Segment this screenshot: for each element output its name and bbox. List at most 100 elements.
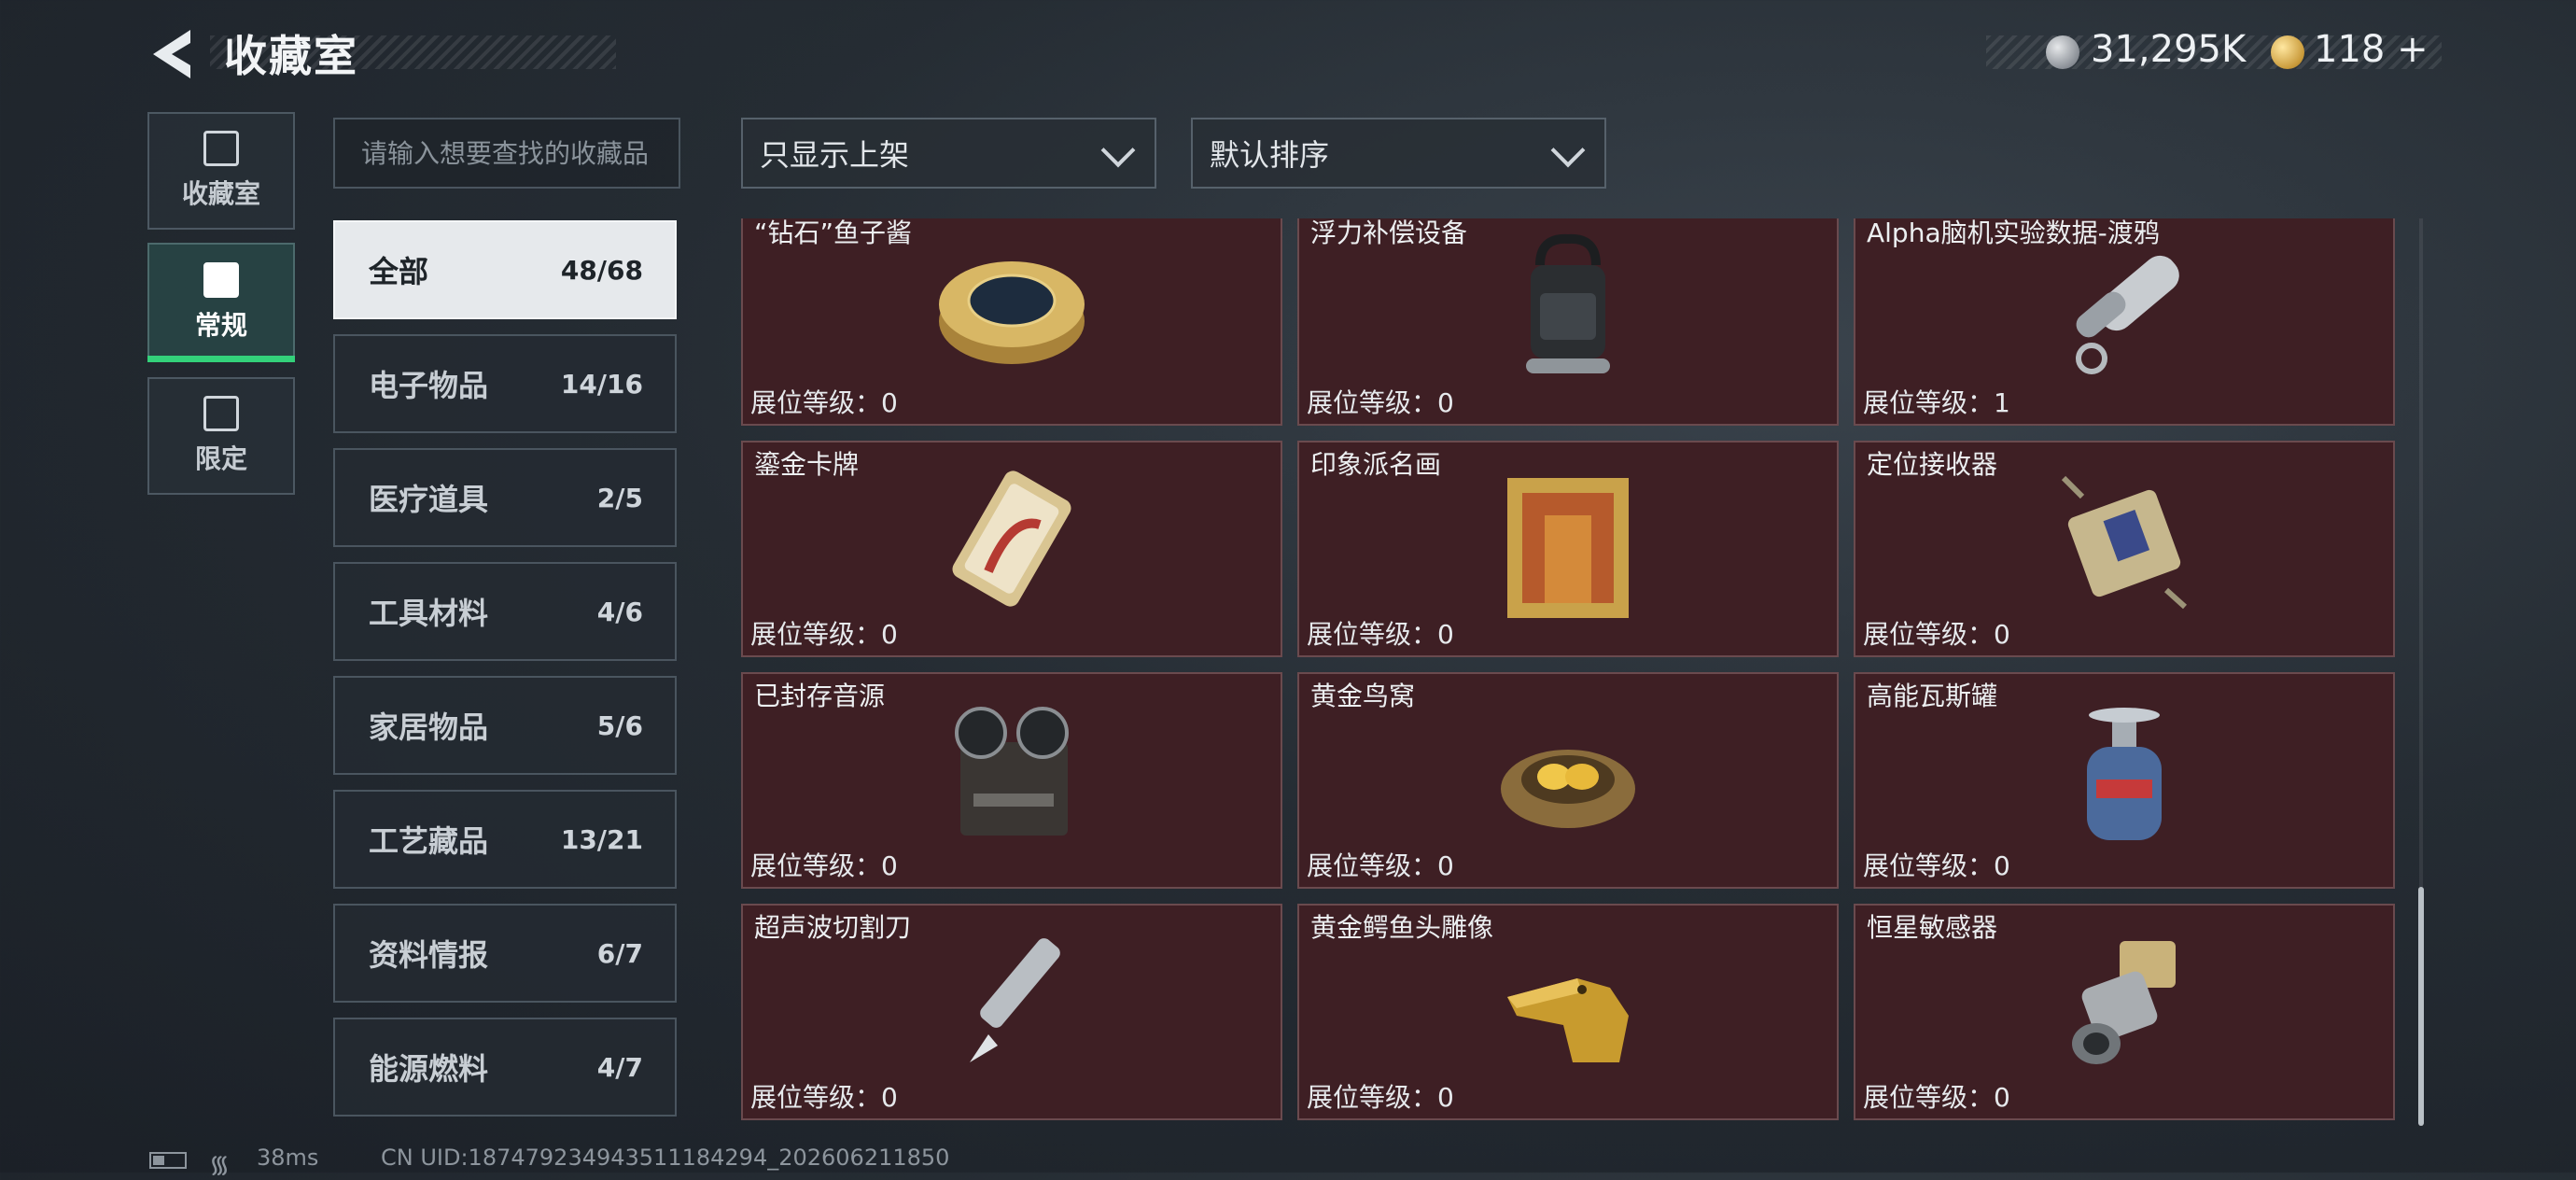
category-label: 家居物品 <box>369 709 489 745</box>
item-name: 高能瓦斯罐 <box>1867 681 1998 711</box>
collection-card[interactable]: 定位接收器 展位等级：0 <box>1854 441 2395 657</box>
locator-receiver-icon <box>2061 475 2188 610</box>
reel-tape-recorder-icon <box>955 707 1069 836</box>
category-label: 医疗道具 <box>369 482 489 517</box>
listing-filter-dropdown[interactable]: 只显示上架 <box>741 118 1156 189</box>
regular-tab-icon <box>203 262 239 298</box>
collection-card[interactable]: 超声波切割刀 展位等级：0 <box>741 904 1282 1120</box>
page-title: 收藏室 <box>224 31 358 81</box>
gas-canister-icon <box>2087 708 2162 840</box>
booth-level: 展位等级：0 <box>1307 387 1454 418</box>
golden-nest-icon <box>1501 750 1635 828</box>
category-label: 全部 <box>369 254 429 289</box>
ultrasonic-knife-icon <box>970 938 1060 1062</box>
booth-level: 展位等级：0 <box>750 850 898 881</box>
booth-level: 展位等级：0 <box>1307 850 1454 881</box>
category-count: 5/6 <box>596 709 643 741</box>
category-tools[interactable]: 工具材料 4/6 <box>333 562 677 661</box>
chevron-down-icon <box>1550 133 1586 168</box>
category-count: 14/16 <box>560 368 643 400</box>
collection-card[interactable]: 恒星敏感器 展位等级：0 <box>1854 904 2395 1120</box>
item-name: 印象派名画 <box>1310 449 1442 480</box>
silver-currency-amount: 31,295K <box>2091 28 2247 71</box>
data-cylinder-icon <box>2076 255 2179 374</box>
gold-coin-icon <box>2271 35 2304 69</box>
category-intel[interactable]: 资料情报 6/7 <box>333 904 677 1003</box>
collection-card[interactable]: 黄金鳄鱼头雕像 展位等级：0 <box>1297 904 1839 1120</box>
collection-grid[interactable]: “钻石”鱼子酱 展位等级：0 浮力补偿设备 展位等级：0 Alpha脑机实验数据… <box>737 218 2417 1126</box>
listing-filter-value: 只显示上架 <box>760 137 910 173</box>
category-label: 工艺藏品 <box>369 823 489 859</box>
grid-scrollbar-thumb[interactable] <box>2418 887 2424 1126</box>
category-medical[interactable]: 医疗道具 2/5 <box>333 448 677 547</box>
booth-level: 展位等级：0 <box>750 1082 898 1113</box>
booth-level: 展位等级：0 <box>1863 619 2010 650</box>
chevron-down-icon <box>1100 133 1136 168</box>
item-name: 黄金鳄鱼头雕像 <box>1310 912 1494 943</box>
category-household[interactable]: 家居物品 5/6 <box>333 676 677 775</box>
item-name: “钻石”鱼子酱 <box>754 218 913 248</box>
category-count: 6/7 <box>596 937 643 969</box>
category-label: 能源燃料 <box>369 1051 489 1087</box>
collection-card[interactable]: 黄金鸟窝 展位等级：0 <box>1297 672 1839 889</box>
booth-level: 展位等级：0 <box>1863 850 2010 881</box>
limited-tab-icon <box>203 396 239 431</box>
category-count: 48/68 <box>560 254 643 286</box>
collection-card[interactable]: 已封存音源 展位等级：0 <box>741 672 1282 889</box>
booth-level: 展位等级：0 <box>1307 619 1454 650</box>
category-label: 工具材料 <box>369 596 489 631</box>
item-name: 浮力补偿设备 <box>1310 218 1468 248</box>
framed-painting-icon <box>1507 478 1629 618</box>
gilded-card-icon <box>952 471 1071 607</box>
booth-level: 展位等级：0 <box>750 619 898 650</box>
collection-card[interactable]: 鎏金卡牌 展位等级：0 <box>741 441 1282 657</box>
booth-level: 展位等级：0 <box>1863 1082 2010 1113</box>
back-button[interactable] <box>149 26 202 82</box>
item-name: 恒星敏感器 <box>1867 912 1998 943</box>
collection-card[interactable]: 浮力补偿设备 展位等级：0 <box>1297 218 1839 426</box>
buoyancy-device-icon <box>1526 233 1610 373</box>
sort-value: 默认排序 <box>1210 137 1330 173</box>
sort-dropdown[interactable]: 默认排序 <box>1191 118 1606 189</box>
category-count: 2/5 <box>596 482 643 513</box>
back-arrow-icon <box>153 30 190 78</box>
category-count: 13/21 <box>560 823 643 855</box>
battery-icon <box>149 1152 187 1169</box>
gold-currency-amount[interactable]: 118 + <box>2314 28 2429 71</box>
item-name: 超声波切割刀 <box>754 912 912 943</box>
category-all[interactable]: 全部 48/68 <box>333 220 677 319</box>
nav-tab-limited[interactable]: 限定 <box>147 377 295 495</box>
ping-readout: 38ms <box>257 1145 319 1171</box>
booth-level: 展位等级：1 <box>1863 387 2010 418</box>
nav-tab-collection-room[interactable]: 收藏室 <box>147 112 295 230</box>
star-sensor-icon <box>2072 941 2176 1064</box>
booth-level: 展位等级：0 <box>750 387 898 418</box>
category-label: 电子物品 <box>369 368 489 403</box>
golden-crocodile-statue-icon <box>1507 978 1629 1062</box>
item-name: 定位接收器 <box>1867 449 1998 480</box>
nav-tab-regular[interactable]: 常规 <box>147 243 295 362</box>
silver-coin-icon <box>2046 35 2079 69</box>
nav-tab-label: 收藏室 <box>181 178 260 209</box>
item-name: 鎏金卡牌 <box>754 449 860 480</box>
caviar-tin-icon <box>939 261 1085 364</box>
user-uid: CN UID:187479234943511184294_20260621185… <box>381 1145 950 1171</box>
category-energy[interactable]: 能源燃料 4/7 <box>333 1018 677 1117</box>
search-input[interactable] <box>333 118 680 189</box>
nav-tab-label: 限定 <box>194 443 247 474</box>
wifi-icon: ᯾ <box>209 1151 231 1179</box>
category-crafts[interactable]: 工艺藏品 13/21 <box>333 790 677 889</box>
nav-tab-label: 常规 <box>194 310 247 341</box>
category-count: 4/7 <box>596 1051 643 1083</box>
collection-room-icon <box>203 131 239 166</box>
collection-card[interactable]: 高能瓦斯罐 展位等级：0 <box>1854 672 2395 889</box>
item-name: 已封存音源 <box>754 681 886 711</box>
category-count: 4/6 <box>596 596 643 627</box>
item-name: 黄金鸟窝 <box>1310 681 1416 711</box>
booth-level: 展位等级：0 <box>1307 1082 1454 1113</box>
category-electronics[interactable]: 电子物品 14/16 <box>333 334 677 433</box>
category-label: 资料情报 <box>369 937 489 973</box>
collection-card[interactable]: 印象派名画 展位等级：0 <box>1297 441 1839 657</box>
collection-card[interactable]: “钻石”鱼子酱 展位等级：0 <box>741 218 1282 426</box>
collection-card[interactable]: Alpha脑机实验数据-渡鸦 展位等级：1 <box>1854 218 2395 426</box>
